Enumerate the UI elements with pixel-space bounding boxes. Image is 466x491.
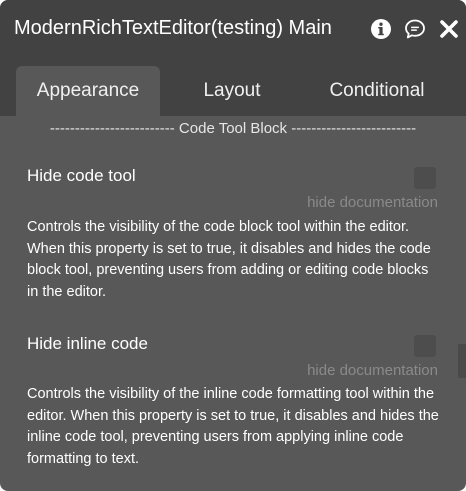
title-bar: ModernRichTextEditor(testing) Main: [0, 0, 466, 60]
tab-appearance[interactable]: Appearance: [16, 66, 160, 116]
tab-bar: Appearance Layout Conditional: [0, 60, 466, 116]
window-title: ModernRichTextEditor(testing) Main: [14, 17, 332, 39]
scrollbar-handle[interactable]: [458, 344, 466, 378]
hide-code-tool-description: Controls the visibility of the code bloc…: [27, 219, 431, 300]
tab-layout[interactable]: Layout: [172, 66, 292, 116]
hide-documentation-link[interactable]: hide documentation: [307, 194, 438, 211]
hide-code-tool-checkbox[interactable]: [414, 167, 436, 189]
info-icon[interactable]: [370, 18, 392, 40]
tab-conditional[interactable]: Conditional: [302, 66, 452, 116]
section-header: ------------------------- Code Tool Bloc…: [49, 120, 417, 137]
hide-code-tool-label: Hide code tool: [27, 166, 136, 185]
hide-inline-code-checkbox[interactable]: [414, 335, 436, 357]
comment-icon[interactable]: [404, 18, 426, 40]
close-icon[interactable]: [438, 18, 460, 40]
hide-documentation-link[interactable]: hide documentation: [307, 362, 438, 379]
hide-inline-code-description: Controls the visibility of the inline co…: [27, 386, 439, 467]
hide-inline-code-label: Hide inline code: [27, 334, 148, 353]
property-editor-panel: ModernRichTextEditor(testing) Main Appea…: [0, 0, 466, 491]
